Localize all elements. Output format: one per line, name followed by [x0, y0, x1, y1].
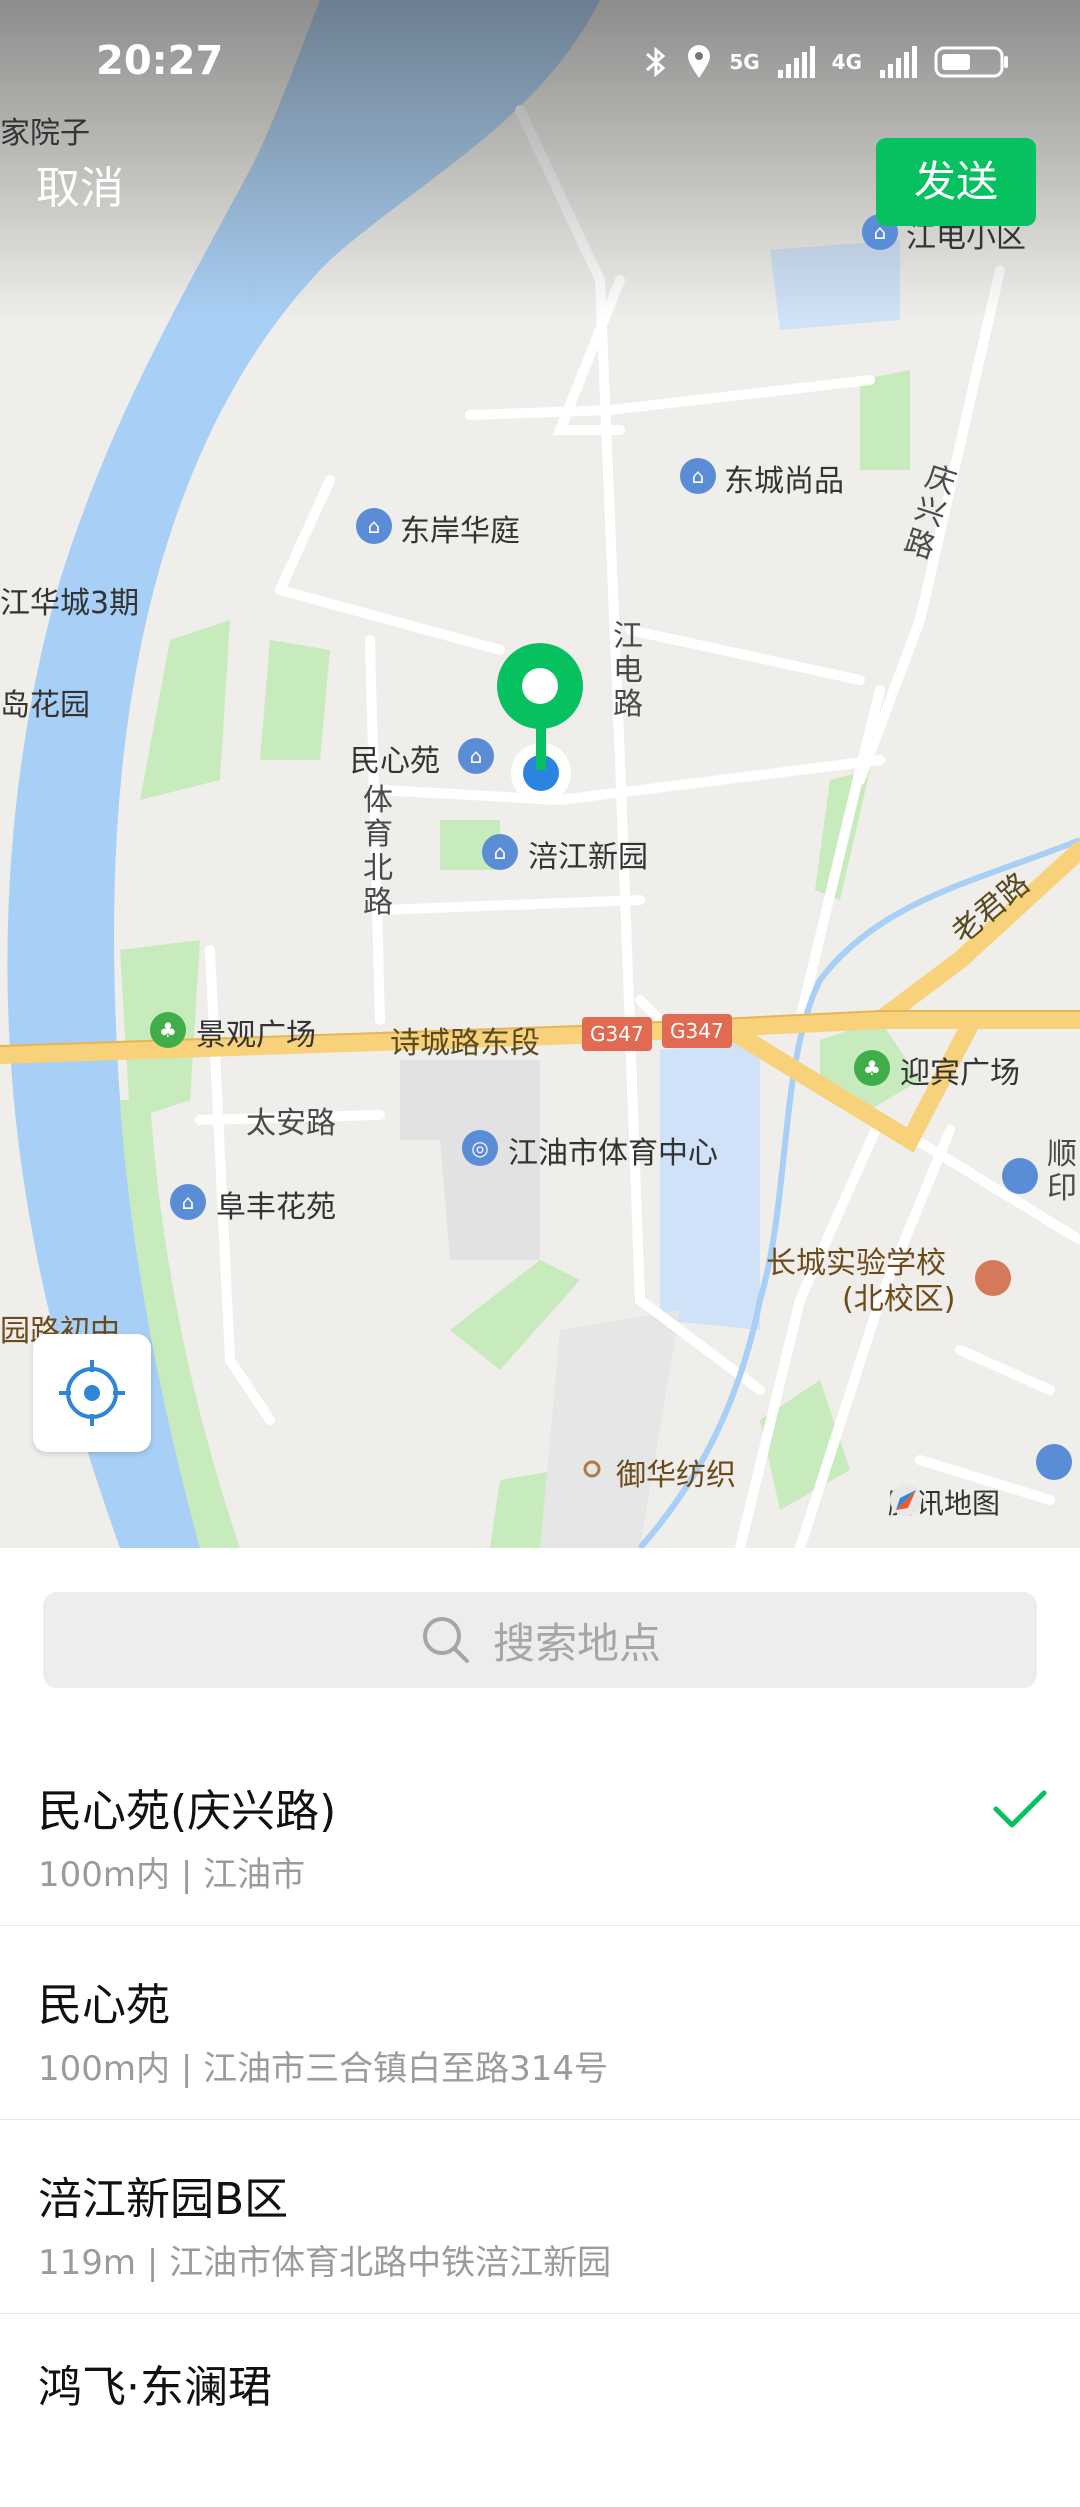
place-detail: 119m | 江油市体育北路中铁涪江新园 [38, 2243, 612, 2283]
locate-button[interactable] [33, 1334, 151, 1452]
signal-icon [777, 46, 815, 78]
park-icon: ♣ [854, 1050, 890, 1086]
place-name: 涪江新园B区 [38, 2174, 289, 2225]
place-detail: 100m内 | 江油市 [38, 1855, 306, 1895]
map-label-shun: 顺印 [1047, 1137, 1077, 1206]
map-label-jiangdianlu: 江电路 [613, 619, 643, 722]
map-label-changcheng-2: (北校区) [842, 1282, 956, 1317]
location-icon [688, 45, 711, 78]
place-item[interactable]: 民心苑(庆兴路) 100m内 | 江油市 [0, 1731, 1080, 1926]
search-input[interactable]: 搜索地点 [43, 1592, 1037, 1688]
map-label-g347-b: G347 [670, 1019, 724, 1043]
map-label-fufeng: 阜丰花苑 [216, 1190, 336, 1225]
map-label-dongan: 东岸华庭 [400, 514, 520, 549]
place-item[interactable]: 涪江新园B区 119m | 江油市体育北路中铁涪江新园 [0, 2119, 1080, 2314]
map-label-dongcheng: 东城尚品 [724, 464, 844, 499]
map-brand: 腾讯地图 [888, 1482, 1000, 1522]
map-label-tiyu-center: 江油市体育中心 [508, 1136, 718, 1171]
map-label-taian: 太安路 [246, 1106, 336, 1141]
place-item[interactable]: 民心苑 100m内 | 江油市三合镇白至路314号 [0, 1925, 1080, 2120]
search-placeholder: 搜索地点 [492, 1618, 661, 1668]
residence-icon: ⌂ [356, 508, 392, 544]
locate-icon [59, 1360, 125, 1426]
status-time: 20:27 [96, 38, 224, 84]
stadium-icon: ◎ [462, 1130, 498, 1166]
signal-icon-2 [880, 46, 917, 78]
map-label-minxin: 民心苑 [350, 744, 440, 779]
place-name: 民心苑 [38, 1980, 170, 2031]
status-icons: 5G 4G [643, 44, 1010, 80]
map-label-tiyubeilu: 体育北路 [363, 783, 393, 920]
map-label-huacheng: 江华城3期 [0, 586, 140, 621]
network-type-2: 4G [831, 50, 862, 74]
place-name: 鸿飞·东澜珺 [38, 2362, 272, 2413]
map-label-yuhua: 御华纺织 [616, 1458, 736, 1493]
search-icon [422, 1617, 469, 1663]
cancel-button[interactable]: 取消 [36, 152, 124, 216]
status-bar: 20:27 5G 4G [0, 0, 1080, 130]
map-label-yingbin: 迎宾广场 [900, 1056, 1020, 1091]
place-detail: 100m内 | 江油市三合镇白至路314号 [38, 2049, 608, 2089]
place-list-sheet: 搜索地点 民心苑(庆兴路) 100m内 | 江油市 民心苑 100m内 | 江油… [0, 1548, 1080, 2413]
send-button[interactable]: 发送 [876, 138, 1036, 226]
place-name: 民心苑(庆兴路) [38, 1786, 337, 1837]
map-label-jingguan: 景观广场 [196, 1018, 316, 1053]
check-icon [993, 1790, 1047, 1828]
residence-icon: ⌂ [482, 834, 518, 870]
residence-icon: ⌂ [170, 1184, 206, 1220]
map-label-huayuan: 岛花园 [0, 688, 90, 723]
map-label-shicheng: 诗城路东段 [390, 1026, 540, 1061]
place-item[interactable]: 鸿飞·东澜珺 [0, 2313, 1080, 2507]
network-type-1: 5G [729, 50, 760, 74]
bluetooth-icon [646, 46, 666, 78]
residence-icon: ⌂ [458, 738, 494, 774]
map-label-g347-a: G347 [590, 1022, 644, 1046]
battery-icon [934, 46, 1008, 78]
map-label-fujiang: 涪江新园 [528, 840, 648, 875]
park-icon: ♣ [150, 1012, 186, 1048]
map-view[interactable]: 家院子 ⌂ 江电小区 ⌂ 东城尚品 ⌂ 东岸华庭 江华城3期 岛花园 民心苑 ⌂… [0, 0, 1080, 1548]
tencent-map-logo-icon [890, 1484, 922, 1516]
residence-icon: ⌂ [680, 458, 716, 494]
